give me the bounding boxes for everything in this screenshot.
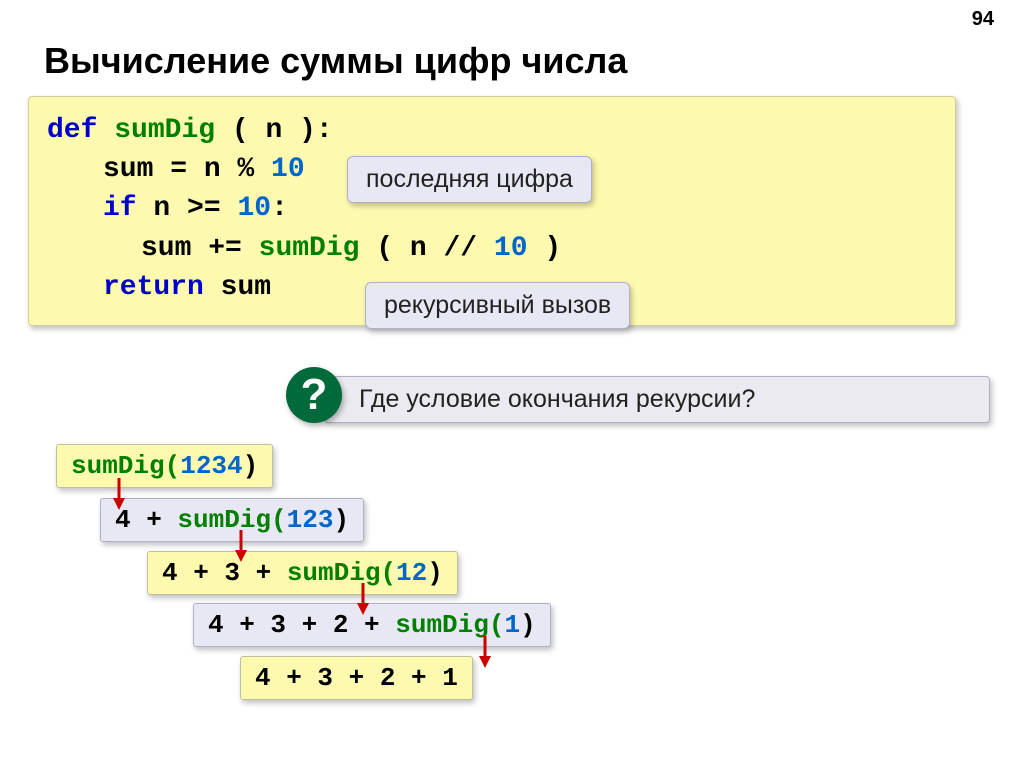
page-title: Вычисление суммы цифр числа — [44, 40, 627, 82]
code-text: ) — [544, 233, 561, 264]
number-literal: 10 — [271, 154, 305, 185]
arrow-icon — [112, 478, 126, 510]
code-text: 4 + 3 + 2 + 1 — [255, 663, 458, 693]
callout-last-digit: последняя цифра — [347, 156, 592, 203]
code-text: 4 + 3 + — [162, 558, 287, 588]
arrow-icon — [234, 530, 248, 562]
page-number: 94 — [972, 8, 994, 31]
fn-name: sumDig( — [287, 558, 396, 588]
code-text: sum += — [141, 233, 242, 264]
code-line-1: def sumDig ( n ): — [47, 111, 937, 150]
stack-step-1: sumDig(1234) — [56, 444, 273, 488]
code-text: n >= — [153, 193, 220, 224]
arrow-icon — [356, 583, 370, 615]
code-line-4: sum += sumDig ( n // 10 ) — [47, 229, 937, 268]
number-literal: 1234 — [180, 451, 242, 481]
code-text: sum — [221, 272, 271, 303]
code-text: ) — [427, 558, 443, 588]
number-literal: 10 — [237, 193, 271, 224]
code-text: ) — [243, 451, 259, 481]
question-text: Где условие окончания рекурсии? — [324, 376, 990, 423]
keyword-return: return — [103, 272, 204, 303]
code-text: ) — [333, 505, 349, 535]
fn-name: sumDig( — [71, 451, 180, 481]
number-literal: 1 — [504, 610, 520, 640]
stack-step-2: 4 + sumDig(123) — [100, 498, 364, 542]
code-text: ( n ): — [232, 115, 333, 146]
fn-name: sumDig — [114, 115, 215, 146]
stack-step-4: 4 + 3 + 2 + sumDig(1) — [193, 603, 551, 647]
number-literal: 12 — [396, 558, 427, 588]
arrow-icon — [478, 636, 492, 668]
code-text: sum = n % — [103, 154, 254, 185]
code-text: ( n // — [376, 233, 477, 264]
stack-step-5: 4 + 3 + 2 + 1 — [240, 656, 473, 700]
number-literal: 123 — [287, 505, 334, 535]
number-literal: 10 — [494, 233, 528, 264]
code-text: ) — [520, 610, 536, 640]
keyword-if: if — [103, 193, 137, 224]
fn-name: sumDig( — [177, 505, 286, 535]
stack-step-3: 4 + 3 + sumDig(12) — [147, 551, 458, 595]
callout-recursive-call: рекурсивный вызов — [365, 282, 630, 329]
fn-name: sumDig — [259, 233, 360, 264]
question-icon: ? — [286, 367, 342, 423]
code-text: : — [271, 193, 288, 224]
keyword-def: def — [47, 115, 97, 146]
